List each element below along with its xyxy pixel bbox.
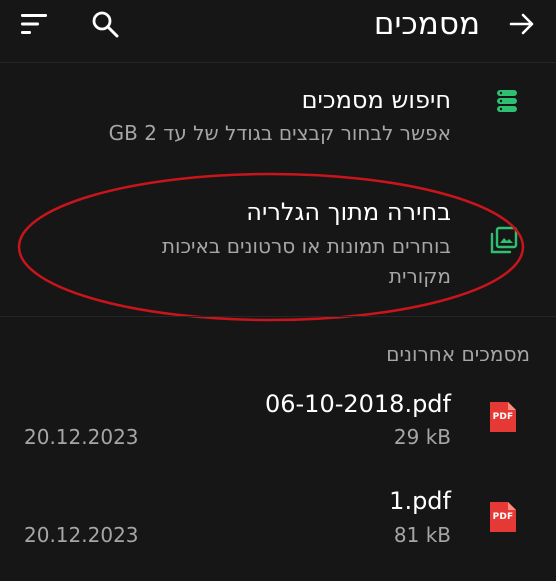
option-title: בחירה מתוך הגלריה: [246, 198, 451, 226]
pdf-icon-label: PDF: [492, 512, 514, 522]
pdf-icon-label: PDF: [492, 412, 514, 422]
gallery-icon: [490, 226, 518, 254]
file-size: 81 kB: [393, 523, 451, 547]
page-title: מסמכים: [373, 6, 480, 42]
file-name: 06-10-2018.pdf: [264, 390, 451, 418]
pdf-file-icon: PDF: [488, 400, 518, 434]
section-divider: [0, 316, 556, 317]
pdf-file-icon: PDF: [488, 500, 518, 534]
documents-screen: מסמכים חיפוש מסמכים אפשר לבחור קבצים בגו…: [0, 0, 556, 581]
storage-icon: [497, 90, 517, 112]
arrow-right-icon[interactable]: [508, 10, 536, 38]
search-icon[interactable]: [90, 9, 120, 39]
appbar-divider: [0, 62, 556, 63]
option-description: אפשר לבחור קבצים בגודל של עד 2 GB: [108, 121, 451, 145]
option-title: חיפוש מסמכים: [301, 86, 451, 114]
file-name: 1.pdf: [389, 487, 451, 515]
option-description: בוחרים תמונות או סרטונים באיכות מקורית: [161, 234, 451, 288]
sort-icon[interactable]: [20, 12, 48, 36]
file-date: 20.12.2023: [24, 425, 139, 449]
section-header-recent: מסמכים אחרונים: [386, 342, 530, 366]
file-size: 29 kB: [393, 425, 451, 449]
file-date: 20.12.2023: [24, 523, 139, 547]
app-bar: מסמכים: [0, 0, 556, 52]
